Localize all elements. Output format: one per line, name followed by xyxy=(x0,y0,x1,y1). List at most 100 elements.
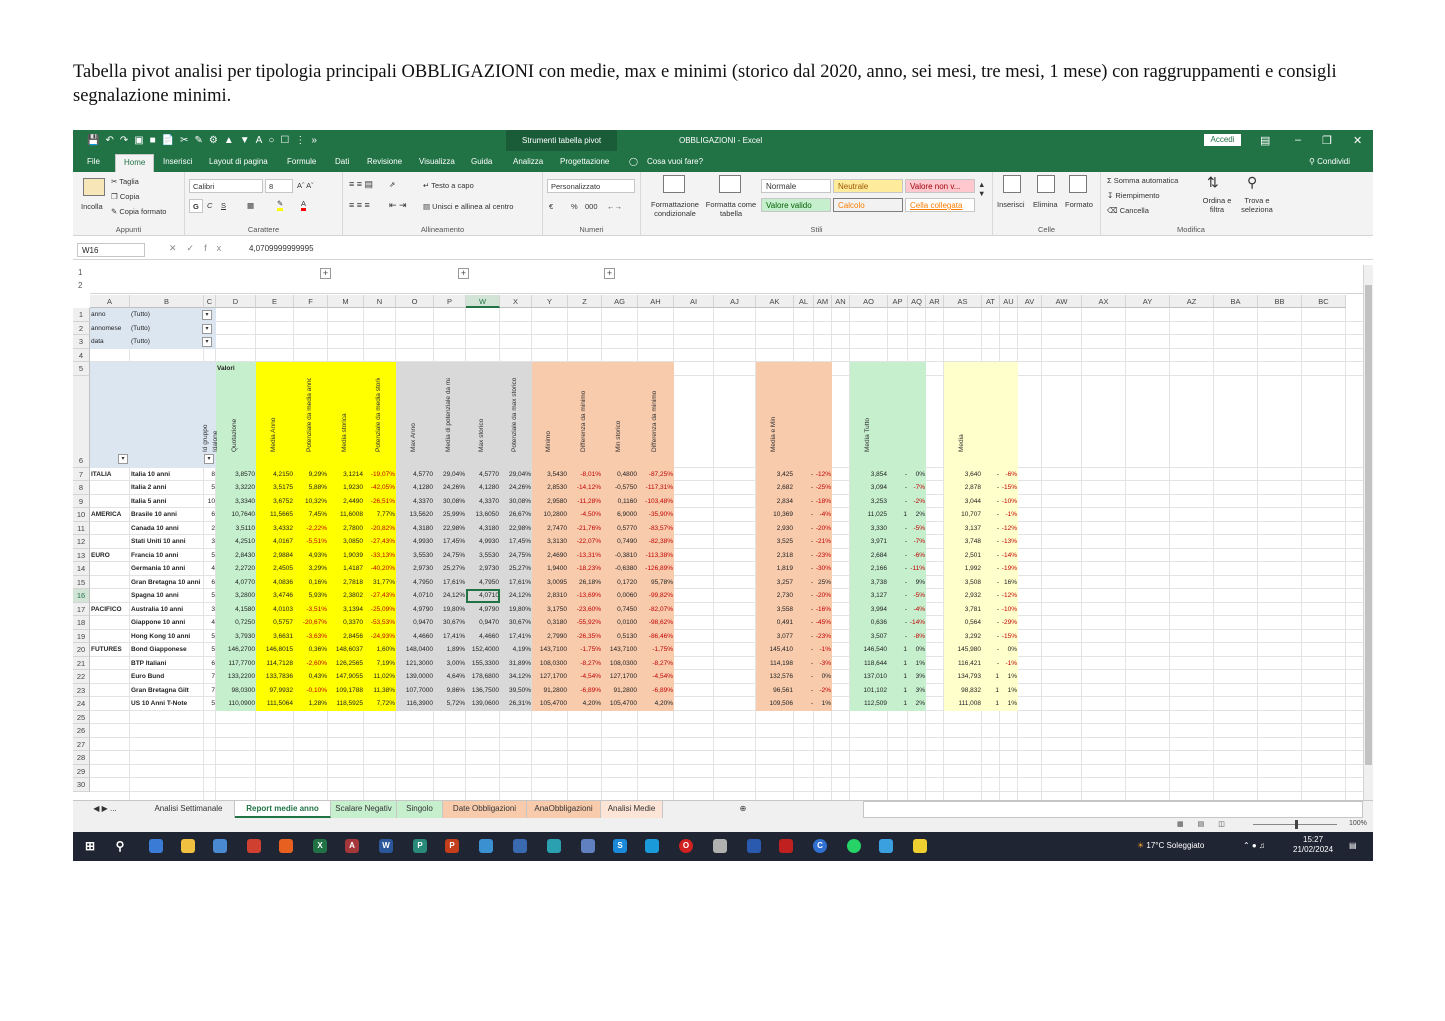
value-cell-z[interactable]: -22,07% xyxy=(568,535,602,549)
value-cell-c[interactable]: 2 xyxy=(204,522,216,536)
value-cell-as[interactable]: 3,748 xyxy=(944,535,982,549)
value-cell-ap[interactable]: - xyxy=(888,562,908,576)
clear-button[interactable]: ⌫ Cancella xyxy=(1107,206,1149,215)
value-cell-w[interactable]: 4,4660 xyxy=(466,630,500,644)
wrap-text-button[interactable]: ↵ Testo a capo xyxy=(423,181,474,190)
value-cell-n[interactable]: -27,43% xyxy=(364,535,396,549)
value-cell-au[interactable]: 16% xyxy=(1000,576,1018,590)
value-cell-x[interactable]: 31,89% xyxy=(500,657,532,671)
value-cell-al[interactable]: - xyxy=(794,522,814,536)
settings-icon[interactable] xyxy=(513,839,527,853)
autosum-button[interactable]: Σ Somma automatica xyxy=(1107,176,1178,185)
tab-page-layout[interactable]: Layout di pagina xyxy=(209,157,268,166)
clock[interactable]: 15:27 21/02/2024 xyxy=(1293,835,1333,855)
font-color-icon[interactable]: A xyxy=(301,199,307,211)
value-cell-n[interactable]: 7,77% xyxy=(364,508,396,522)
value-cell-f[interactable]: 5,93% xyxy=(294,589,328,603)
value-cell-z[interactable]: -8,27% xyxy=(568,657,602,671)
value-cell-m[interactable]: 3,1214 xyxy=(328,468,364,482)
value-cell-e[interactable]: 4,0103 xyxy=(256,603,294,617)
paste-icon[interactable] xyxy=(83,178,105,196)
value-cell-e[interactable]: 4,0167 xyxy=(256,535,294,549)
sheet-tab[interactable]: AnaObbligazioni xyxy=(527,801,601,818)
value-cell-c[interactable]: 5 xyxy=(204,549,216,563)
value-cell-ap[interactable]: - xyxy=(888,535,908,549)
value-cell-o[interactable]: 2,9730 xyxy=(396,562,434,576)
value-cell-f[interactable]: -3,51% xyxy=(294,603,328,617)
value-cell-x[interactable]: 19,80% xyxy=(500,603,532,617)
value-cell-d[interactable]: 0,7250 xyxy=(216,616,256,630)
value-cell-z[interactable]: -13,31% xyxy=(568,549,602,563)
value-cell-ak[interactable]: 3,425 xyxy=(756,468,794,482)
value-cell-am[interactable]: 25% xyxy=(814,576,832,590)
value-cell-m[interactable]: 118,5925 xyxy=(328,697,364,711)
column-header-w[interactable]: W xyxy=(466,295,500,308)
value-cell-ak[interactable]: 10,369 xyxy=(756,508,794,522)
value-cell-aq[interactable]: 3% xyxy=(908,684,926,698)
value-cell-x[interactable]: 24,75% xyxy=(500,549,532,563)
column-header-y[interactable]: Y xyxy=(532,295,568,308)
value-cell-am[interactable]: 0% xyxy=(814,670,832,684)
value-cell-y[interactable]: 0,3180 xyxy=(532,616,568,630)
value-cell-aq[interactable]: 2% xyxy=(908,508,926,522)
align-left-icon[interactable]: ≡ ≡ ≡ xyxy=(349,200,370,210)
formula-input[interactable]: 4,0709999999995 xyxy=(249,244,314,253)
find-icon[interactable]: ⚲ xyxy=(1247,174,1257,191)
value-cell-aq[interactable]: 3% xyxy=(908,670,926,684)
value-cell-aq[interactable]: 0% xyxy=(908,468,926,482)
value-cell-w[interactable]: 155,3300 xyxy=(466,657,500,671)
thousands-button[interactable]: 000 xyxy=(585,202,598,211)
conditional-format-icon[interactable] xyxy=(663,175,685,193)
value-cell-n[interactable]: 7,19% xyxy=(364,657,396,671)
row-header-15[interactable]: 15 xyxy=(73,575,90,589)
value-cell-x[interactable]: 39,50% xyxy=(500,684,532,698)
value-cell-au[interactable]: 1% xyxy=(1000,697,1018,711)
value-cell-d[interactable]: 3,3340 xyxy=(216,495,256,509)
value-cell-ag[interactable]: 143,7100 xyxy=(602,643,638,657)
value-cell-z[interactable]: -6,89% xyxy=(568,684,602,698)
value-cell-d[interactable]: 3,2800 xyxy=(216,589,256,603)
value-cell-am[interactable]: 1% xyxy=(814,697,832,711)
value-cell-am[interactable]: -20% xyxy=(814,522,832,536)
value-cell-ap[interactable]: - xyxy=(888,630,908,644)
value-cell-n[interactable]: -33,13% xyxy=(364,549,396,563)
value-cell-as[interactable]: 3,292 xyxy=(944,630,982,644)
value-cell-f[interactable]: -2,22% xyxy=(294,522,328,536)
value-cell-as[interactable]: 2,878 xyxy=(944,481,982,495)
value-cell-d[interactable]: 2,2720 xyxy=(216,562,256,576)
value-cell-as[interactable]: 2,932 xyxy=(944,589,982,603)
share-button[interactable]: ⚲ Condividi xyxy=(1309,157,1350,166)
value-cell-p[interactable]: 4,64% xyxy=(434,670,466,684)
outline-level-1[interactable]: 1 xyxy=(78,268,82,277)
value-cell-as[interactable]: 1,992 xyxy=(944,562,982,576)
sheet-tab[interactable]: Report medie anno xyxy=(235,801,331,818)
value-cell-m[interactable]: 126,2565 xyxy=(328,657,364,671)
value-cell-o[interactable]: 0,9470 xyxy=(396,616,434,630)
value-cell-m[interactable]: 2,4490 xyxy=(328,495,364,509)
value-cell-ao[interactable]: 3,094 xyxy=(850,481,888,495)
value-cell-w[interactable]: 139,0600 xyxy=(466,697,500,711)
expand-group-button[interactable]: + xyxy=(458,268,469,279)
row-header-13[interactable]: 13 xyxy=(73,548,90,562)
currency-icon[interactable]: € xyxy=(549,202,553,211)
column-header-ar[interactable]: AR xyxy=(926,295,944,308)
value-cell-f[interactable]: 0,43% xyxy=(294,670,328,684)
column-header-ao[interactable]: AO xyxy=(850,295,888,308)
horizontal-scrollbar[interactable] xyxy=(863,801,1363,818)
value-cell-o[interactable]: 148,0400 xyxy=(396,643,434,657)
borders-icon[interactable]: ▦ xyxy=(247,201,254,210)
value-cell-au[interactable]: -15% xyxy=(1000,630,1018,644)
value-cell-o[interactable]: 116,3900 xyxy=(396,697,434,711)
value-cell-z[interactable]: -4,50% xyxy=(568,508,602,522)
firefox-icon[interactable] xyxy=(279,839,293,853)
value-cell-as[interactable]: 2,501 xyxy=(944,549,982,563)
value-cell-m[interactable]: 2,7800 xyxy=(328,522,364,536)
value-cell-ap[interactable]: - xyxy=(888,481,908,495)
value-cell-y[interactable]: 3,1750 xyxy=(532,603,568,617)
value-cell-ak[interactable]: 109,506 xyxy=(756,697,794,711)
value-cell-m[interactable]: 2,3802 xyxy=(328,589,364,603)
value-cell-z[interactable]: -21,76% xyxy=(568,522,602,536)
sheet-tab[interactable]: Singolo xyxy=(397,801,443,818)
value-cell-e[interactable]: 11,5665 xyxy=(256,508,294,522)
value-cell-d[interactable]: 3,7930 xyxy=(216,630,256,644)
